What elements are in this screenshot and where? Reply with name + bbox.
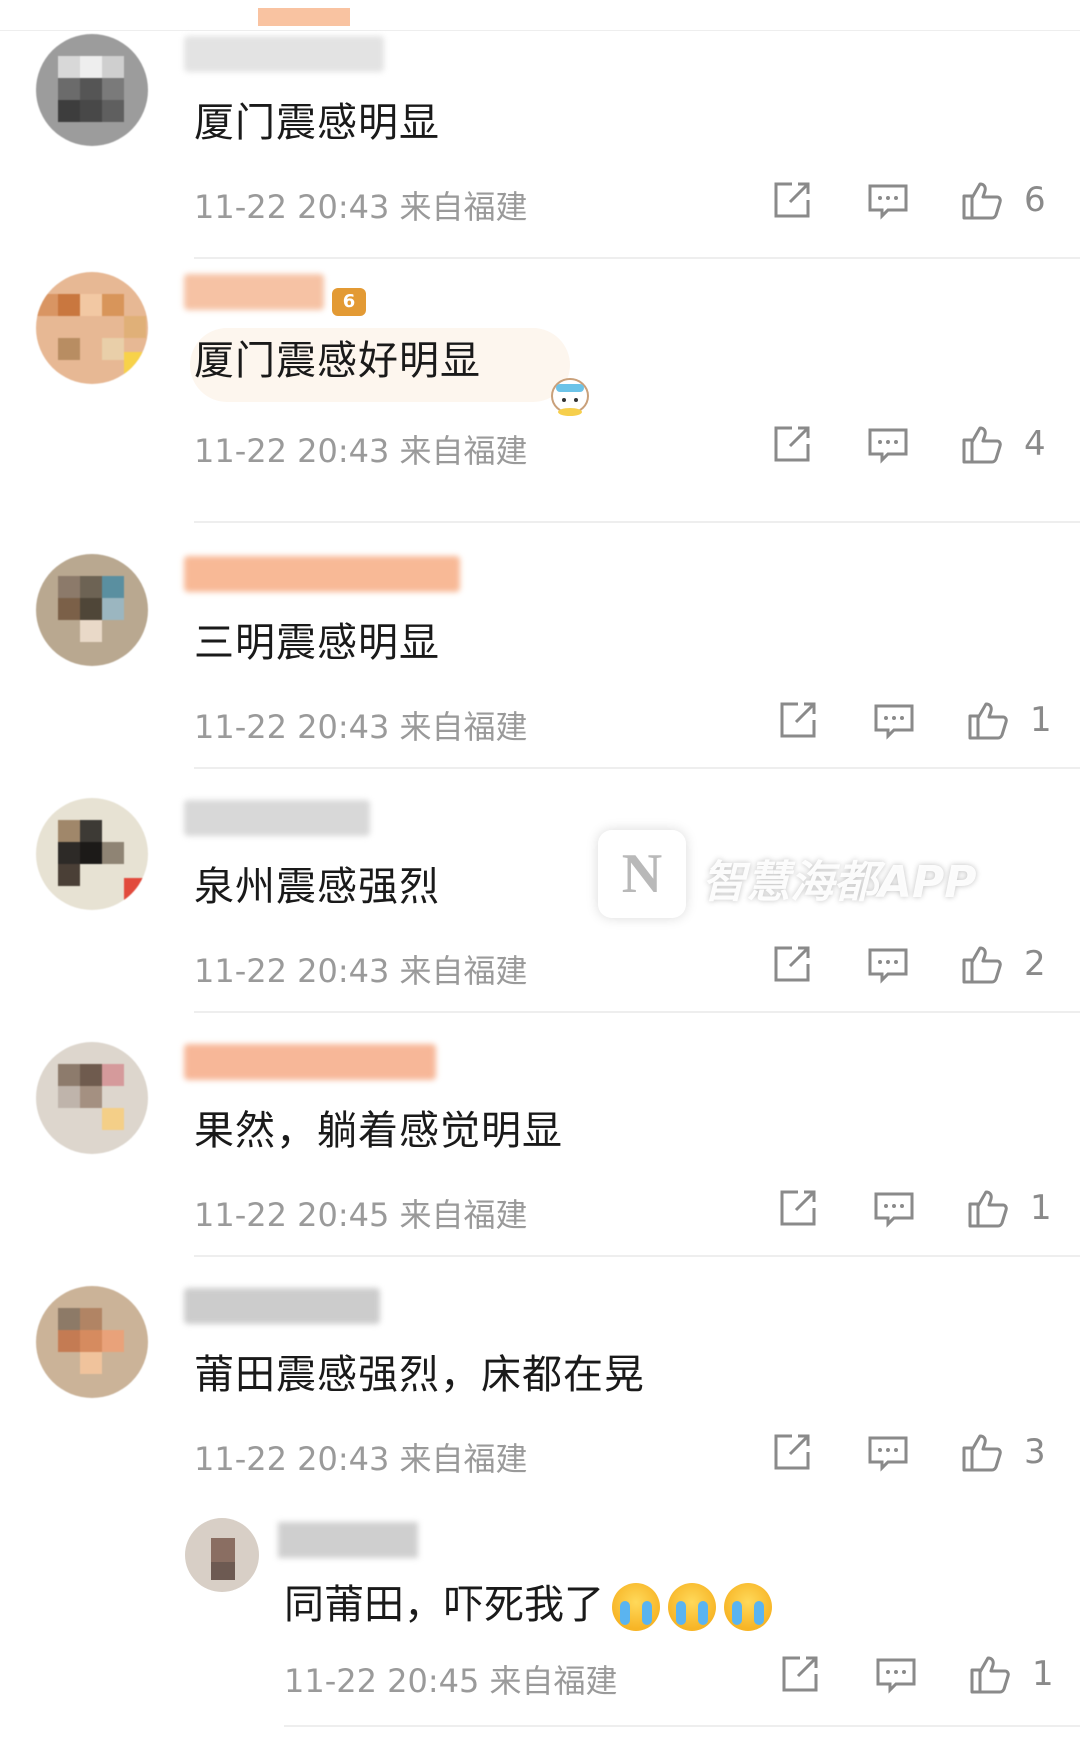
share-button[interactable]: [776, 690, 820, 750]
thumbs-up-icon: [970, 1656, 1010, 1694]
comment-icon: [868, 948, 908, 984]
username-blurred[interactable]: [278, 1522, 418, 1558]
like-button[interactable]: 1: [966, 690, 1052, 750]
like-count: 1: [1030, 700, 1052, 740]
like-count: 2: [1024, 944, 1046, 984]
comment-meta: 11-22 20:43 来自福建: [194, 708, 528, 746]
like-button[interactable]: 1: [966, 1178, 1052, 1238]
reply-button[interactable]: [866, 170, 910, 230]
comment-icon: [874, 1192, 914, 1228]
avatar[interactable]: [36, 1286, 148, 1398]
fan-badge: 6: [332, 288, 366, 316]
comment-icon: [876, 1658, 916, 1694]
like-count: 1: [1030, 1188, 1052, 1228]
sticker-icon: [551, 378, 589, 416]
share-button[interactable]: [770, 414, 814, 474]
comment-text: 厦门震感明显: [194, 100, 440, 146]
crying-emoji-icon: [612, 1583, 660, 1631]
divider: [194, 257, 1080, 259]
thumbs-up-icon: [962, 182, 1002, 220]
username-blurred[interactable]: [184, 556, 460, 592]
reply-button[interactable]: [874, 1644, 918, 1704]
comment-icon: [868, 428, 908, 464]
comment-text: 莆田震感强烈，床都在晃: [194, 1352, 645, 1398]
like-count: 6: [1024, 180, 1046, 220]
username-blurred[interactable]: [184, 800, 370, 836]
share-button[interactable]: [770, 934, 814, 994]
thumbs-up-icon: [968, 1190, 1008, 1228]
truncated-name-blur: [258, 8, 350, 26]
share-icon: [774, 946, 810, 982]
share-icon: [774, 426, 810, 462]
like-count: 4: [1024, 424, 1046, 464]
watermark-text: 智慧海都APP: [702, 857, 977, 908]
watermark-logo: N: [598, 830, 686, 918]
divider: [194, 521, 1080, 523]
share-icon: [774, 182, 810, 218]
comment-text: 厦门震感好明显: [194, 338, 481, 384]
comment-text: 果然，躺着感觉明显: [194, 1108, 563, 1154]
share-button[interactable]: [778, 1644, 822, 1704]
avatar[interactable]: [36, 272, 148, 384]
comment-icon: [874, 704, 914, 740]
reply-button[interactable]: [866, 414, 910, 474]
username-blurred[interactable]: [184, 1288, 380, 1324]
reply-button[interactable]: [866, 934, 910, 994]
username-blurred[interactable]: [184, 274, 324, 310]
share-icon: [774, 1434, 810, 1470]
comment-meta: 11-22 20:43 来自福建: [194, 952, 528, 990]
avatar[interactable]: [36, 798, 148, 910]
reply-button[interactable]: [872, 1178, 916, 1238]
comment-meta: 11-22 20:43 来自福建: [194, 188, 528, 226]
reply-button[interactable]: [872, 690, 916, 750]
avatar[interactable]: [185, 1518, 259, 1592]
like-button[interactable]: 6: [960, 170, 1046, 230]
comment-meta: 11-22 20:45 来自福建: [284, 1662, 618, 1700]
avatar[interactable]: [36, 34, 148, 146]
top-divider: [0, 30, 1080, 31]
comment-meta: 11-22 20:43 来自福建: [194, 1440, 528, 1478]
share-icon: [782, 1656, 818, 1692]
crying-emoji-icon: [724, 1583, 772, 1631]
reply-button[interactable]: [866, 1422, 910, 1482]
share-button[interactable]: [770, 170, 814, 230]
divider: [284, 1725, 1080, 1727]
crying-emoji-icon: [668, 1583, 716, 1631]
thumbs-up-icon: [962, 946, 1002, 984]
like-count: 1: [1032, 1654, 1054, 1694]
comment-meta: 11-22 20:43 来自福建: [194, 432, 528, 470]
username-blurred[interactable]: [184, 36, 384, 72]
comment-text: 泉州震感强烈: [194, 864, 440, 910]
share-button[interactable]: [770, 1422, 814, 1482]
share-icon: [780, 702, 816, 738]
thumbs-up-icon: [968, 702, 1008, 740]
divider: [194, 1255, 1080, 1257]
comment-icon: [868, 1436, 908, 1472]
reply-text: 同莆田，吓死我了: [284, 1572, 772, 1631]
thumbs-up-icon: [962, 1434, 1002, 1472]
thumbs-up-icon: [962, 426, 1002, 464]
like-button[interactable]: 1: [968, 1644, 1054, 1704]
username-blurred[interactable]: [184, 1044, 436, 1080]
like-button[interactable]: 3: [960, 1422, 1046, 1482]
comment-meta: 11-22 20:45 来自福建: [194, 1196, 528, 1234]
watermark: N 智慧海都APP: [598, 826, 1018, 922]
share-icon: [780, 1190, 816, 1226]
divider: [194, 767, 1080, 769]
comment-icon: [868, 184, 908, 220]
like-count: 3: [1024, 1432, 1046, 1472]
like-button[interactable]: 2: [960, 934, 1046, 994]
share-button[interactable]: [776, 1178, 820, 1238]
avatar[interactable]: [36, 554, 148, 666]
like-button[interactable]: 4: [960, 414, 1046, 474]
divider: [194, 1011, 1080, 1013]
comment-text: 三明震感明显: [194, 620, 440, 666]
avatar[interactable]: [36, 1042, 148, 1154]
